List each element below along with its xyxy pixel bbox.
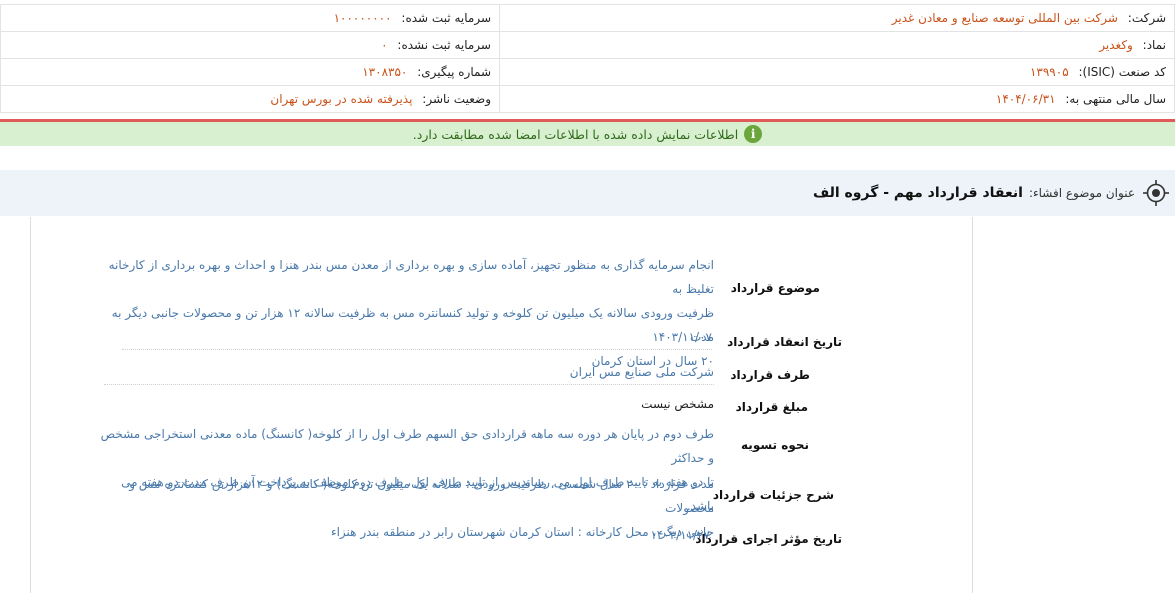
detail-label: موضوع قرارداد (730, 281, 820, 295)
detail-value: مشخص نیست (641, 397, 714, 411)
company-cell: شرکت: شرکت بین المللی توسعه صنایع و معاد… (499, 4, 1175, 32)
detail-label: شرح جزئیات قرارداد (712, 488, 834, 502)
company-info-table: شرکت: شرکت بین المللی توسعه صنایع و معاد… (0, 4, 1175, 113)
capital-registered-label: سرمایه ثبت شده: (401, 11, 491, 25)
capital-registered-cell: سرمایه ثبت شده: ۱۰۰۰۰۰۰۰۰ (0, 4, 500, 32)
detail-label: تاریخ مؤثر اجرای قرارداد (695, 532, 842, 546)
detail-value-line: طرف دوم در پایان هر دوره سه ماهه قرارداد… (100, 427, 714, 465)
detail-label: نحوه تسویه (741, 438, 809, 452)
publisher-status-cell: وضعیت ناشر: پذیرفته شده در بورس تهران (0, 85, 500, 113)
isic-label: کد صنعت (ISIC): (1078, 65, 1166, 79)
tracking-label: شماره پیگیری: (417, 65, 491, 79)
detail-row-description: شرح جزئیات قرارداد مدت قرارداد : ۲۰ سال … (29, 472, 972, 539)
target-icon (1143, 180, 1169, 206)
detail-value: ۱۴۰۳/۱۱/۰۷ (122, 325, 712, 350)
detail-value: شرکت ملی صنایع مس ایران (104, 360, 714, 385)
company-label: شرکت: (1127, 11, 1166, 25)
info-icon: i (744, 125, 763, 143)
publisher-status-label: وضعیت ناشر: (422, 92, 491, 106)
capital-unregistered-cell: سرمایه ثبت نشده: ۰ (0, 31, 500, 59)
verification-notice: i اطلاعات نمایش داده شده با اطلاعات امضا… (0, 122, 1175, 146)
verification-notice-content: i اطلاعات نمایش داده شده با اطلاعات امضا… (412, 125, 763, 143)
detail-row-party: طرف قرارداد شرکت ملی صنایع مس ایران (29, 360, 972, 392)
capital-unregistered-label: سرمایه ثبت نشده: (397, 38, 491, 52)
subject-title: انعقاد قرارداد مهم - گروه الف (812, 185, 1023, 201)
isic-cell: کد صنعت (ISIC): ۱۳۹۹۰۵ (499, 58, 1175, 86)
capital-registered-value: ۱۰۰۰۰۰۰۰۰ (333, 11, 392, 25)
fiscal-cell: سال مالی منتهی به: ۱۴۰۴/۰۶/۳۱ (499, 85, 1175, 113)
detail-row-settlement: نحوه تسویه طرف دوم در پایان هر دوره سه م… (29, 422, 972, 513)
info-row: نماد: وکغدیر سرمایه ثبت نشده: ۰ (0, 31, 1175, 59)
subject-label: عنوان موضوع افشاء: (1028, 186, 1135, 200)
verification-notice-text: اطلاعات نمایش داده شده با اطلاعات امضا ش… (412, 126, 739, 142)
detail-row-amount: مبلغ قرارداد مشخص نیست (29, 392, 972, 422)
symbol-label: نماد: (1142, 38, 1166, 52)
detail-value-line: انجام سرمایه گذاری به منظور تجهیز، آماده… (108, 258, 714, 296)
disclosure-subject-bar: عنوان موضوع افشاء: انعقاد قرارداد مهم - … (0, 170, 1175, 216)
publisher-status-value: پذیرفته شده در بورس تهران (270, 92, 413, 106)
contract-details-panel: موضوع قرارداد انجام سرمایه گذاری به منظو… (30, 217, 973, 593)
detail-label: مبلغ قرارداد (735, 400, 808, 414)
info-row: شرکت: شرکت بین المللی توسعه صنایع و معاد… (0, 4, 1175, 32)
tracking-cell: شماره پیگیری: ۱۳۰۸۳۵۰ (0, 58, 500, 86)
info-row: کد صنعت (ISIC): ۱۳۹۹۰۵ شماره پیگیری: ۱۳۰… (0, 58, 1175, 86)
detail-label: تاریخ انعقاد قرارداد (727, 335, 842, 349)
fiscal-label: سال مالی منتهی به: (1065, 92, 1166, 106)
isic-value: ۱۳۹۹۰۵ (1029, 65, 1069, 79)
tracking-value: ۱۳۰۸۳۵۰ (362, 65, 408, 79)
capital-unregistered-value: ۰ (381, 38, 388, 52)
symbol-value: وکغدیر (1099, 38, 1133, 52)
info-row: سال مالی منتهی به: ۱۴۰۴/۰۶/۳۱ وضعیت ناشر… (0, 85, 1175, 113)
detail-label: طرف قرارداد (730, 368, 810, 382)
company-value: شرکت بین المللی توسعه صنایع و معادن غدیر (891, 11, 1118, 25)
symbol-cell: نماد: وکغدیر (499, 31, 1175, 59)
detail-value: ۱۴۰۳/۱۱/۲۷ (650, 528, 710, 542)
fiscal-value: ۱۴۰۴/۰۶/۳۱ (995, 92, 1056, 106)
detail-row-effective-date: تاریخ مؤثر اجرای قرارداد ۱۴۰۳/۱۱/۲۷ (29, 523, 972, 555)
detail-value-line: مدت قرارداد : ۲۰ سال شمسی ، ظرفیت ورودی … (129, 477, 714, 515)
detail-row-date: تاریخ انعقاد قرارداد ۱۴۰۳/۱۱/۰۷ (29, 325, 972, 357)
